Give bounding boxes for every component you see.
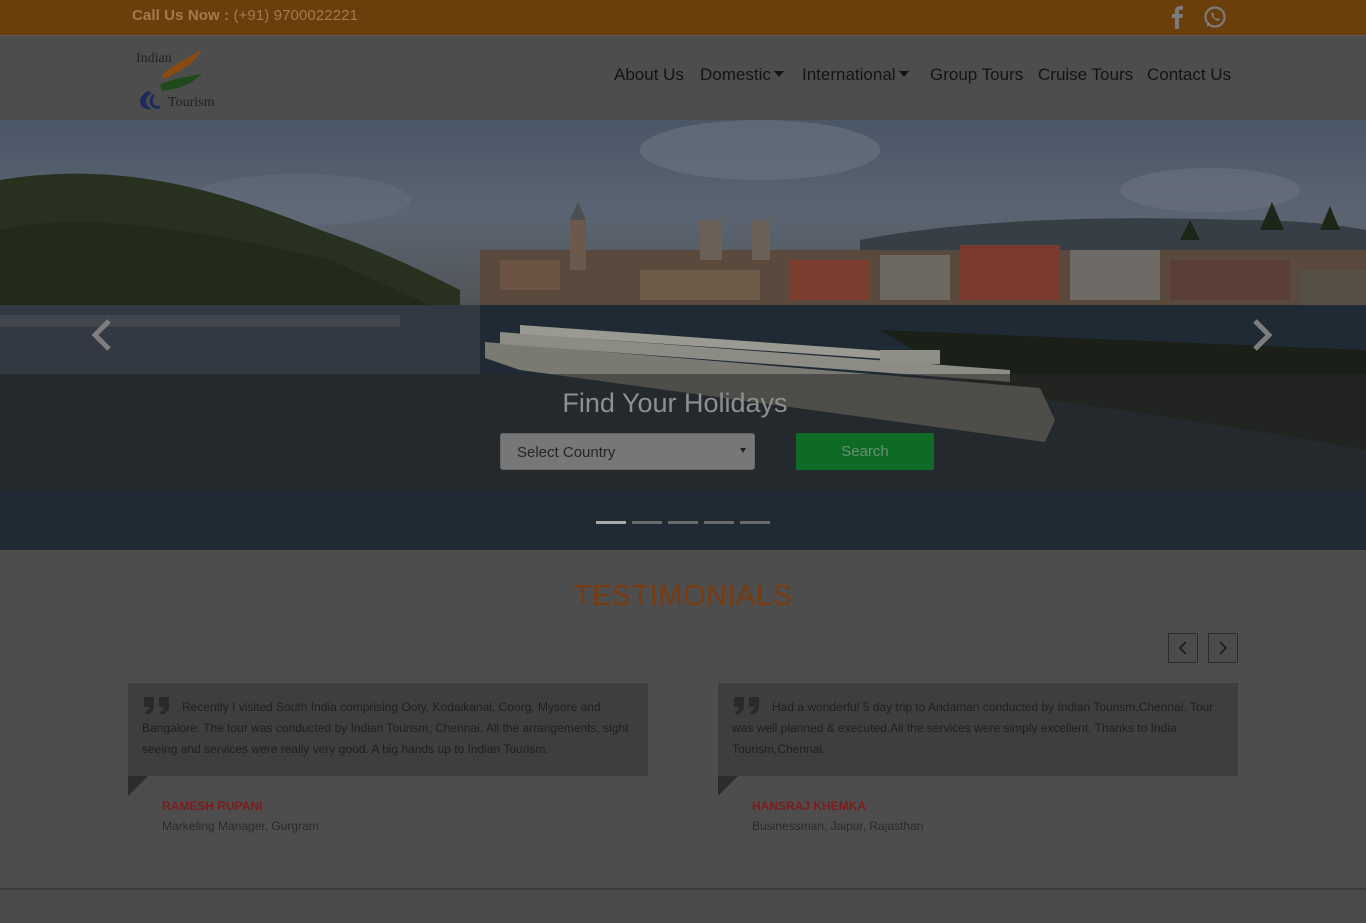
nav-label: Group Tours: [930, 65, 1024, 84]
chevron-left-icon: [1178, 641, 1187, 655]
whatsapp-icon[interactable]: [1202, 4, 1228, 30]
logo-text-tourism: Tourism: [168, 95, 215, 110]
hero-carousel: Find Your Holidays Select Country Search: [0, 120, 1366, 550]
nav-cruise-tours[interactable]: Cruise Tours: [1038, 65, 1133, 89]
card-pointer: [128, 776, 148, 796]
testimonial-author-name: HANSRAJ KHEMKA: [752, 799, 867, 813]
country-select[interactable]: Select Country: [500, 433, 755, 470]
chevron-right-icon: [1219, 641, 1228, 655]
testimonial-author-role: Marketing Manager, Gurgram: [162, 819, 319, 833]
nav-label: About Us: [614, 65, 684, 84]
card-pointer: [718, 776, 738, 796]
carousel-next-arrow[interactable]: [1248, 318, 1278, 352]
carousel-indicator[interactable]: [596, 521, 626, 524]
site-header: Indian Tourism About Us Domestic Interna…: [0, 35, 1366, 120]
caret-down-icon: [898, 71, 909, 77]
nav-about-us[interactable]: About Us: [614, 65, 684, 89]
testimonials-section: TESTIMONIALS Recently I visited South In…: [0, 550, 1366, 888]
testimonial-card: Recently I visited South India comprisin…: [128, 683, 648, 776]
site-logo[interactable]: Indian Tourism: [134, 45, 224, 113]
top-bar: Call Us Now : (+91) 9700022221: [0, 0, 1366, 35]
carousel-indicator[interactable]: [668, 521, 698, 524]
testimonial-text: Recently I visited South India comprisin…: [142, 700, 629, 756]
testimonials-title: TESTIMONIALS: [573, 580, 793, 612]
caret-down-icon: [773, 71, 784, 77]
nav-international[interactable]: International: [802, 65, 909, 89]
search-button[interactable]: Search: [796, 433, 934, 470]
select-arrow-icon: [740, 448, 746, 453]
nav-group-tours[interactable]: Group Tours: [930, 65, 1023, 89]
testimonial-author-name: RAMESH RUPANI: [162, 799, 263, 813]
nav-label: Cruise Tours: [1038, 65, 1134, 84]
nav-label: Domestic: [700, 65, 771, 84]
call-us-info: Call Us Now : (+91) 9700022221: [132, 7, 358, 24]
carousel-prev-arrow[interactable]: [86, 318, 116, 352]
hero-heading: Find Your Holidays: [562, 388, 788, 418]
testimonial-next-button[interactable]: [1208, 633, 1238, 663]
logo-text-indian: Indian: [136, 51, 172, 66]
testimonial-author-role: Businessman, Jaipur, Rajasthan: [752, 819, 924, 833]
testimonial-card: Had a wonderful 5 day trip to Andaman co…: [718, 683, 1238, 776]
select-value: Select Country: [517, 444, 616, 461]
carousel-indicator[interactable]: [740, 521, 770, 524]
testimonial-text: Had a wonderful 5 day trip to Andaman co…: [732, 700, 1214, 756]
nav-label: International: [802, 65, 896, 84]
call-us-label: Call Us Now :: [132, 7, 230, 24]
carousel-indicators: [596, 521, 770, 524]
nav-domestic[interactable]: Domestic: [700, 65, 784, 89]
facebook-icon[interactable]: [1164, 4, 1190, 30]
testimonial-prev-button[interactable]: [1168, 633, 1198, 663]
nav-contact-us[interactable]: Contact Us: [1147, 65, 1231, 89]
carousel-indicator[interactable]: [704, 521, 734, 524]
footer: [0, 890, 1366, 923]
phone-number[interactable]: (+91) 9700022221: [233, 7, 358, 24]
nav-label: Contact Us: [1147, 65, 1232, 84]
carousel-indicator[interactable]: [632, 521, 662, 524]
